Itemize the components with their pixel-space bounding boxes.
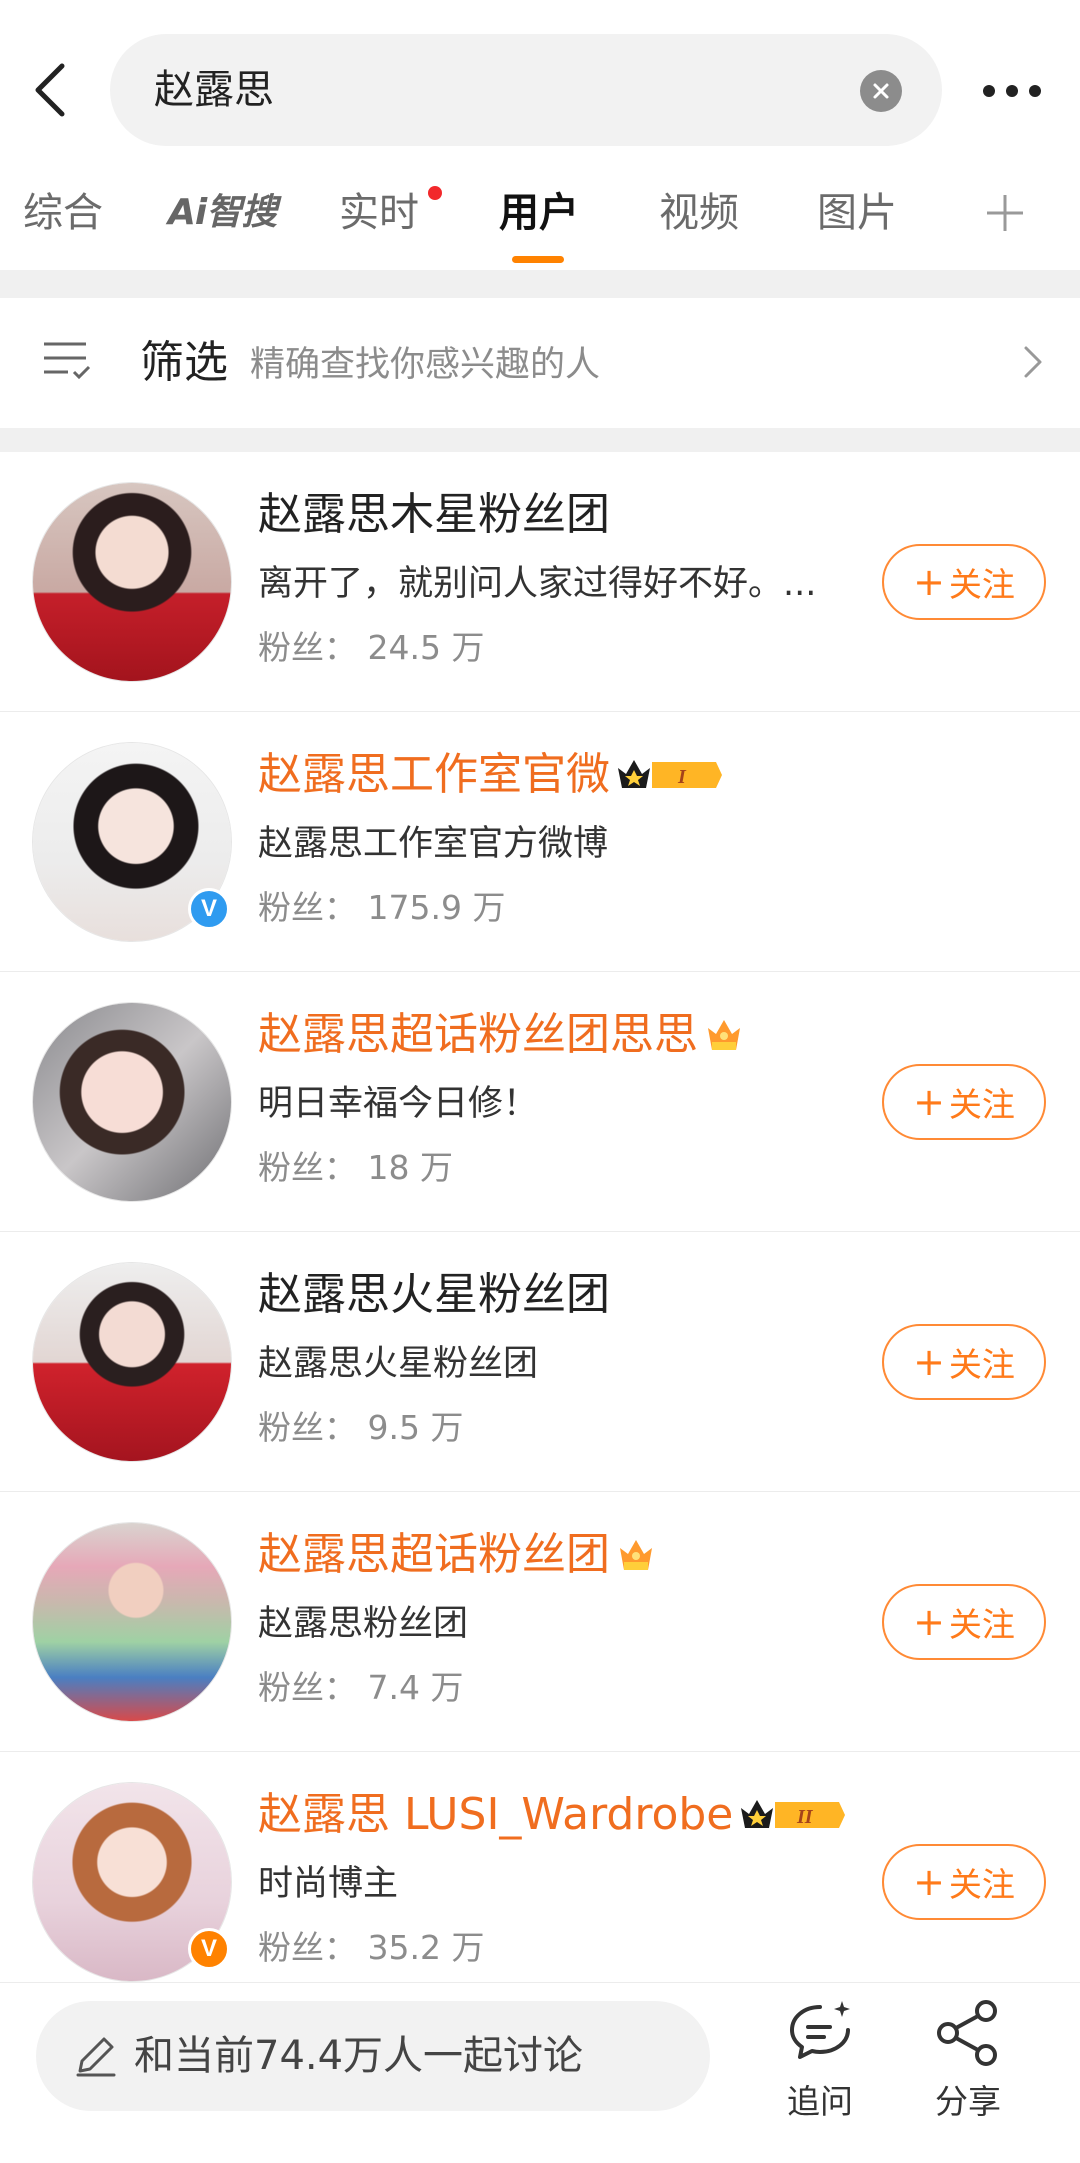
- user-name[interactable]: 赵露思超话粉丝团思思: [258, 1002, 744, 1068]
- chevron-right-icon: [1024, 346, 1042, 378]
- discuss-input[interactable]: 和当前74.4万人一起讨论: [36, 2001, 710, 2111]
- user-name[interactable]: 赵露思超话粉丝团: [258, 1522, 656, 1588]
- follow-label: 关注: [948, 1605, 1015, 1644]
- divider: [0, 270, 1080, 298]
- user-list: 赵露思木星粉丝团 离开了，就别问人家过得好不好。... 粉丝： 24.5 万 +…: [0, 452, 1080, 2012]
- search-input[interactable]: 赵露思: [110, 34, 942, 146]
- plus-icon: +: [913, 1600, 945, 1644]
- user-description: 时尚博主: [258, 1864, 399, 1904]
- user-row[interactable]: V 赵露思工作室官微 I 赵露思工作室官方微博 粉丝： 175.9 万: [0, 712, 1080, 972]
- tab-users[interactable]: 用户: [494, 170, 584, 256]
- user-row[interactable]: 赵露思火星粉丝团 赵露思火星粉丝团 粉丝： 9.5 万 + 关注: [0, 1232, 1080, 1492]
- tab-comprehensive[interactable]: 综合: [18, 170, 108, 256]
- new-content-dot: [428, 186, 442, 200]
- pencil-icon: [76, 2037, 116, 2077]
- plus-icon: +: [913, 1860, 945, 1904]
- follow-button[interactable]: + 关注: [882, 1324, 1046, 1400]
- follow-label: 关注: [948, 565, 1015, 604]
- user-description: 赵露思火星粉丝团: [258, 1344, 539, 1384]
- clear-search-button[interactable]: [860, 70, 902, 112]
- user-row[interactable]: 赵露思超话粉丝团 赵露思粉丝团 粉丝： 7.4 万 + 关注: [0, 1492, 1080, 1752]
- fan-count: 粉丝： 35.2 万: [258, 1928, 485, 1967]
- user-name-text: 赵露思火星粉丝团: [258, 1269, 610, 1320]
- user-name[interactable]: 赵露思 LUSI_Wardrobe II: [258, 1782, 846, 1848]
- verified-badge-icon: V: [188, 888, 230, 930]
- divider: [0, 428, 1080, 452]
- follow-button[interactable]: + 关注: [882, 544, 1046, 620]
- tab-images[interactable]: 图片: [812, 170, 902, 256]
- filter-row[interactable]: 筛选 精确查找你感兴趣的人: [0, 298, 1080, 428]
- plus-icon: +: [913, 560, 945, 604]
- user-description: 赵露思粉丝团: [258, 1604, 469, 1644]
- more-button[interactable]: [972, 66, 1052, 116]
- user-name-text: 赵露思超话粉丝团: [258, 1529, 610, 1580]
- avatar[interactable]: [32, 1522, 232, 1722]
- user-name[interactable]: 赵露思火星粉丝团: [258, 1262, 610, 1328]
- vip-crown-icon: I: [616, 756, 722, 794]
- share-icon: [937, 2000, 997, 2066]
- filter-list-icon: [44, 342, 91, 380]
- user-row[interactable]: V 赵露思 LUSI_Wardrobe II 时尚博主 粉丝： 35.2 万 +…: [0, 1752, 1080, 2012]
- user-name-text: 赵露思 LUSI_Wardrobe: [258, 1789, 734, 1840]
- ask-button[interactable]: 追问: [760, 1997, 880, 2137]
- filter-title: 筛选: [140, 337, 228, 388]
- active-tab-indicator: [512, 256, 564, 263]
- user-description: 赵露思工作室官方微博: [258, 824, 609, 864]
- avatar[interactable]: [32, 1262, 232, 1462]
- more-dots-icon: [983, 85, 1041, 97]
- user-name-text: 赵露思超话粉丝团思思: [258, 1009, 698, 1060]
- fan-crown-icon: [616, 1536, 656, 1574]
- user-row[interactable]: 赵露思超话粉丝团思思 明日幸福今日修！ 粉丝： 18 万 + 关注: [0, 972, 1080, 1232]
- follow-label: 关注: [948, 1085, 1015, 1124]
- fan-count: 粉丝： 24.5 万: [258, 628, 485, 667]
- follow-button[interactable]: + 关注: [882, 1844, 1046, 1920]
- follow-button[interactable]: + 关注: [882, 1064, 1046, 1140]
- tab-realtime[interactable]: 实时: [334, 170, 424, 256]
- share-label: 分享: [935, 2082, 1001, 2121]
- verified-badge-icon: V: [188, 1928, 230, 1970]
- tab-ai-search[interactable]: Ai智搜: [168, 170, 277, 256]
- chat-sparkle-icon: [790, 2001, 850, 2059]
- avatar[interactable]: [32, 482, 232, 682]
- search-query: 赵露思: [154, 67, 274, 113]
- plus-icon: +: [913, 1080, 945, 1124]
- fan-count: 粉丝： 18 万: [258, 1148, 453, 1187]
- plus-icon: +: [913, 1340, 945, 1384]
- filter-subtitle: 精确查找你感兴趣的人: [250, 345, 601, 385]
- add-tab-button[interactable]: [978, 186, 1032, 240]
- discuss-text: 和当前74.4万人一起讨论: [134, 2033, 584, 2079]
- user-row[interactable]: 赵露思木星粉丝团 离开了，就别问人家过得好不好。... 粉丝： 24.5 万 +…: [0, 452, 1080, 712]
- chevron-left-icon: [35, 63, 65, 117]
- top-bar: 赵露思: [0, 0, 1080, 160]
- tab-video[interactable]: 视频: [654, 170, 744, 256]
- bottom-bar: 和当前74.4万人一起讨论 追问 分享: [0, 1982, 1080, 2163]
- svg-text:II: II: [796, 1806, 814, 1828]
- fan-count: 粉丝： 9.5 万: [258, 1408, 464, 1447]
- user-description: 离开了，就别问人家过得好不好。...: [258, 564, 817, 604]
- user-name-text: 赵露思木星粉丝团: [258, 489, 610, 540]
- fan-count: 粉丝： 175.9 万: [258, 888, 506, 927]
- follow-button[interactable]: + 关注: [882, 1584, 1046, 1660]
- fan-crown-icon: [704, 1016, 744, 1054]
- follow-label: 关注: [948, 1865, 1015, 1904]
- vip-crown-icon: II: [739, 1796, 846, 1834]
- back-button[interactable]: [22, 48, 78, 132]
- user-description: 明日幸福今日修！: [258, 1084, 539, 1124]
- user-name-text: 赵露思工作室官微: [258, 749, 610, 800]
- user-name[interactable]: 赵露思木星粉丝团: [258, 482, 610, 548]
- avatar[interactable]: [32, 1002, 232, 1202]
- fan-count: 粉丝： 7.4 万: [258, 1668, 464, 1707]
- ask-label: 追问: [787, 2082, 853, 2121]
- share-button[interactable]: 分享: [908, 1997, 1028, 2137]
- close-icon: [873, 83, 889, 99]
- user-name[interactable]: 赵露思工作室官微 I: [258, 742, 722, 808]
- plus-icon: [987, 195, 1023, 231]
- tab-bar: 综合 实时 用户 视频 图片: [0, 170, 1080, 270]
- follow-label: 关注: [948, 1345, 1015, 1384]
- svg-text:I: I: [677, 766, 687, 788]
